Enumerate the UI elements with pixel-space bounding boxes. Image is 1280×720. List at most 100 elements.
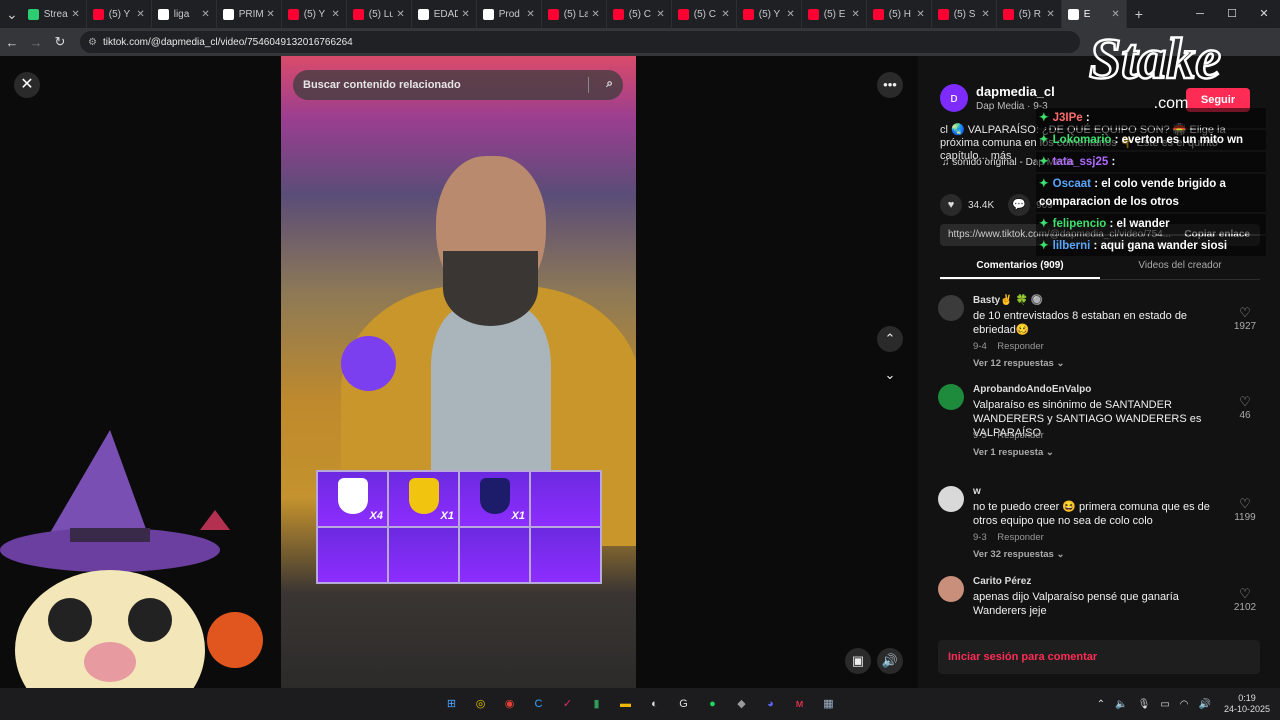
browser-tab[interactable]: (5) H ✕	[867, 0, 932, 28]
browser-tab[interactable]: Strea ✕	[22, 0, 87, 28]
close-icon[interactable]: ✕	[14, 72, 40, 98]
site-info-icon[interactable]: ⚙	[88, 37, 97, 48]
browser-tab[interactable]: (5) Lu ✕	[347, 0, 412, 28]
calc-icon[interactable]: ▦	[819, 694, 839, 714]
close-icon[interactable]: ✕	[786, 9, 794, 20]
close-icon[interactable]: ✕	[1046, 9, 1054, 20]
browser-tab[interactable]: (5) E ✕	[802, 0, 867, 28]
comment-icon[interactable]: 💬	[1008, 194, 1031, 216]
like-icon[interactable]: ♥	[940, 194, 962, 216]
close-icon[interactable]: ✕	[136, 9, 144, 20]
chat-username: felipencio	[1052, 218, 1107, 230]
chrome-icon[interactable]: ◉	[500, 694, 520, 714]
obs-icon[interactable]: ◐	[645, 694, 665, 714]
volume-icon[interactable]: 🔊	[877, 648, 903, 674]
app2-icon[interactable]: ✓	[558, 694, 578, 714]
reload-icon[interactable]: ↻	[48, 34, 72, 50]
close-icon[interactable]: ✕	[461, 9, 469, 20]
clock[interactable]: 0:19 24-10-2025	[1224, 693, 1270, 715]
tab-creator-videos[interactable]: Videos del creador	[1100, 256, 1260, 279]
pip-icon[interactable]: ▣	[845, 648, 871, 674]
browser-tab[interactable]: PRIM ✕	[217, 0, 282, 28]
heart-icon[interactable]: ♡	[1230, 305, 1260, 321]
close-icon[interactable]: ✕	[526, 9, 534, 20]
browser-tab[interactable]: (5) La ✕	[542, 0, 607, 28]
tab-search-icon[interactable]: ⌄	[6, 6, 18, 23]
heart-icon[interactable]: ♡	[1230, 496, 1260, 512]
commenter-avatar[interactable]	[938, 295, 964, 321]
file-icon[interactable]: ▮	[587, 694, 607, 714]
view-replies-button[interactable]: Ver 12 respuestas ⌄	[973, 358, 1064, 369]
mic-icon[interactable]: 🎙	[1138, 699, 1151, 710]
discord-icon[interactable]: ◕	[761, 694, 781, 714]
comment-like[interactable]: ♡ 1927	[1230, 305, 1260, 332]
commenter-name[interactable]: Basty✌️ 🍀 🔘	[973, 295, 1043, 306]
browser-tab[interactable]: EDAD✕	[412, 0, 477, 28]
reply-button[interactable]: Responder	[997, 341, 1043, 352]
browser-tab[interactable]: (5) R ✕	[997, 0, 1062, 28]
reply-button[interactable]: Responder	[997, 430, 1043, 441]
close-icon[interactable]: ✕	[331, 9, 339, 20]
browser-tab[interactable]: (5) Y ✕	[737, 0, 802, 28]
comment-like[interactable]: ♡ 2102	[1230, 586, 1260, 613]
volume-tray-icon[interactable]: 🔊	[1199, 699, 1211, 710]
tray-chevron-icon[interactable]: ⌃	[1097, 699, 1105, 710]
browser-tab[interactable]: liga ✕	[152, 0, 217, 28]
commenter-avatar[interactable]	[938, 486, 964, 512]
close-icon[interactable]: ✕	[201, 9, 209, 20]
close-icon[interactable]: ✕	[396, 9, 404, 20]
commenter-name[interactable]: AprobandoAndoEnValpo	[973, 384, 1091, 395]
c-icon[interactable]: C	[529, 694, 549, 714]
url-field[interactable]: ⚙ tiktok.com/@dapmedia_cl/video/75460491…	[80, 31, 1080, 53]
browser-tab[interactable]: (5) C ✕	[607, 0, 672, 28]
forward-icon[interactable]: →	[24, 35, 48, 50]
next-video-icon[interactable]: ⌄	[877, 362, 903, 388]
commenter-name[interactable]: w	[973, 486, 981, 497]
close-icon[interactable]: ✕	[266, 9, 274, 20]
reply-button[interactable]: Responder	[997, 532, 1043, 543]
g-icon[interactable]: G	[674, 694, 694, 714]
close-icon[interactable]: ✕	[916, 9, 924, 20]
search-icon[interactable]: ⌕	[606, 76, 613, 91]
creator-handle[interactable]: dapmedia_cl	[976, 84, 1055, 99]
previous-video-icon[interactable]: ⌃	[877, 326, 903, 352]
speaker-icon[interactable]: 🔈	[1115, 699, 1127, 710]
wifi-icon[interactable]: ◠	[1180, 699, 1189, 710]
commenter-avatar[interactable]	[938, 384, 964, 410]
browser-tab[interactable]: (5) C ✕	[672, 0, 737, 28]
close-icon[interactable]: ✕	[721, 9, 729, 20]
close-icon[interactable]: ✕	[71, 9, 79, 20]
grid-cell: X4	[318, 472, 387, 526]
close-icon[interactable]: ✕	[851, 9, 859, 20]
more-options-icon[interactable]: •••	[877, 72, 903, 98]
app3-icon[interactable]: ◆	[732, 694, 752, 714]
related-search-input[interactable]: Buscar contenido relacionado ⌕	[293, 70, 623, 100]
browser-tab[interactable]: (5) Y ✕	[87, 0, 152, 28]
network-icon[interactable]: ▭	[1160, 699, 1169, 710]
close-icon[interactable]: ✕	[1111, 9, 1119, 20]
comment-like[interactable]: ♡ 46	[1230, 394, 1260, 421]
heart-icon[interactable]: ♡	[1230, 394, 1260, 410]
video-player[interactable]: Buscar contenido relacionado ⌕	[281, 56, 636, 688]
spotify-icon[interactable]: ●	[703, 694, 723, 714]
app4-icon[interactable]: ᴍ	[790, 694, 810, 714]
close-icon[interactable]: ✕	[591, 9, 599, 20]
browser-tab[interactable]: (5) Y ✕	[282, 0, 347, 28]
close-icon[interactable]: ✕	[656, 9, 664, 20]
back-icon[interactable]: ←	[0, 35, 24, 50]
commenter-avatar[interactable]	[938, 576, 964, 602]
app-icon[interactable]: ◎	[471, 694, 491, 714]
commenter-name[interactable]: Carito Pérez	[973, 576, 1031, 587]
view-replies-button[interactable]: Ver 32 respuestas ⌄	[973, 549, 1064, 560]
browser-tab[interactable]: (5) S ✕	[932, 0, 997, 28]
heart-icon[interactable]: ♡	[1230, 586, 1260, 602]
comment-like[interactable]: ♡ 1199	[1230, 496, 1260, 523]
creator-avatar[interactable]: ᴅ	[940, 84, 968, 112]
login-to-comment-button[interactable]: Iniciar sesión para comentar	[938, 640, 1260, 674]
start-icon[interactable]: ⊞	[442, 694, 462, 714]
close-icon[interactable]: ✕	[981, 9, 989, 20]
browser-tab[interactable]: Prod ✕	[477, 0, 542, 28]
tab-comments[interactable]: Comentarios (909)	[940, 256, 1100, 279]
view-replies-button[interactable]: Ver 1 respuesta ⌄	[973, 447, 1054, 458]
folder-icon[interactable]: ▬	[616, 694, 636, 714]
